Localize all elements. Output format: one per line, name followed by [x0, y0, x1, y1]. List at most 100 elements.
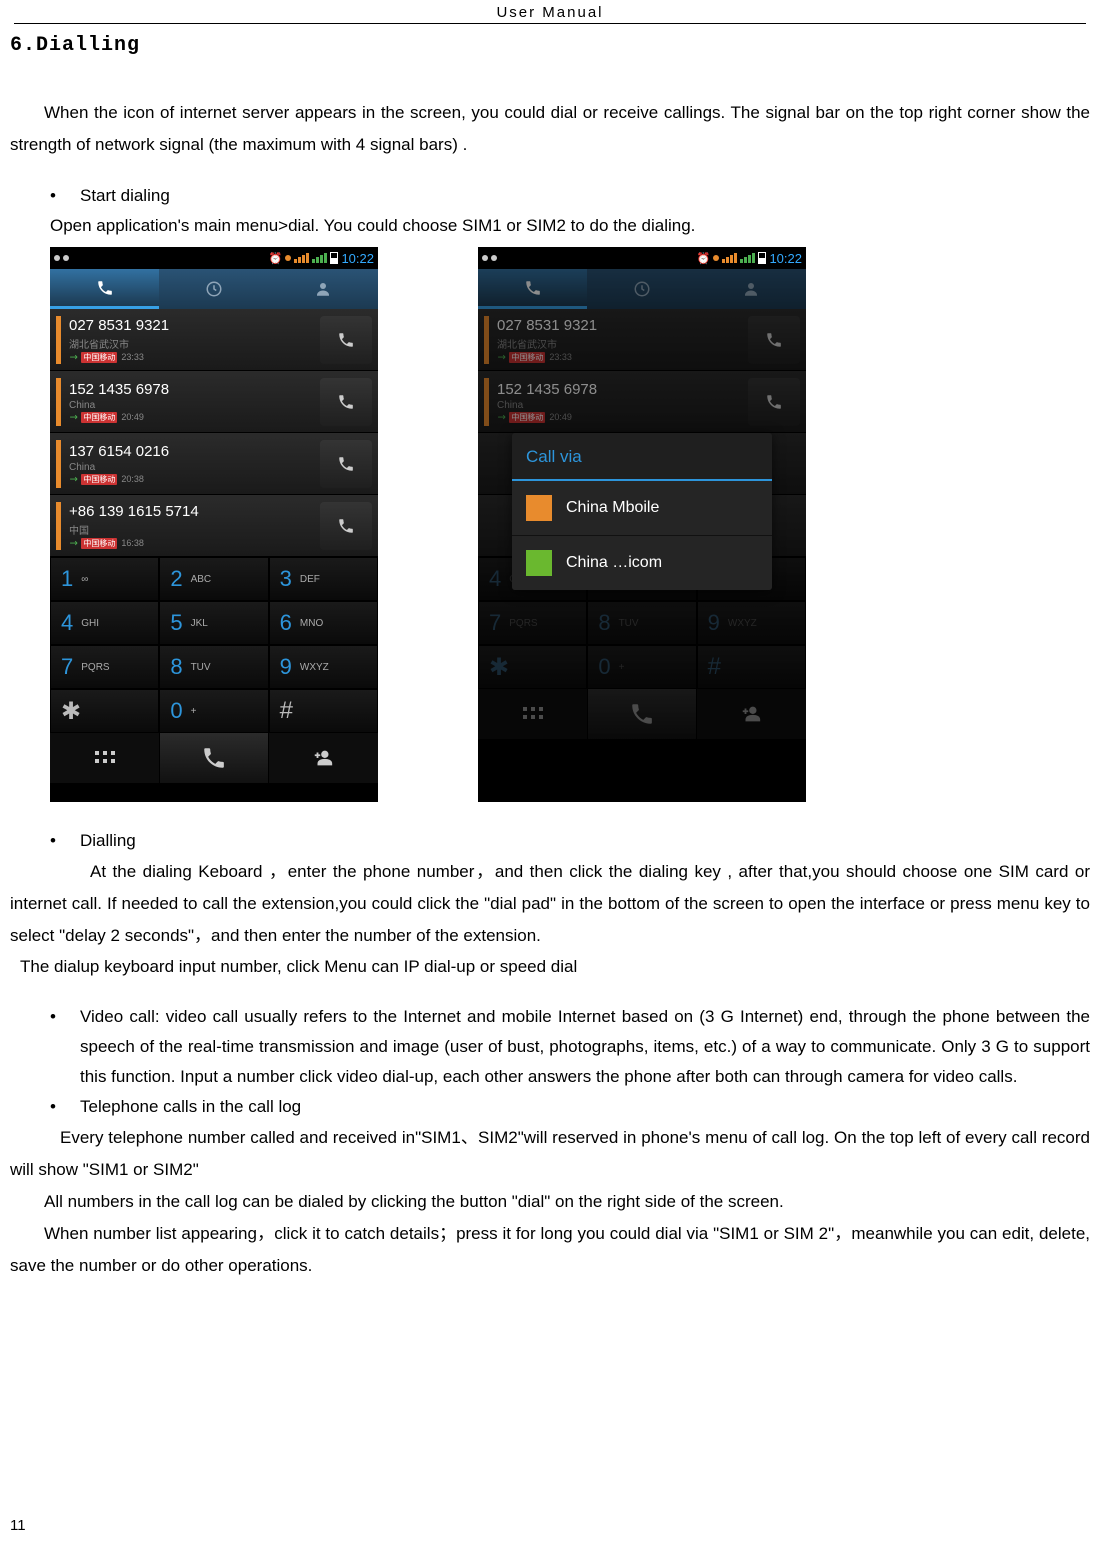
dialpad-toggle-button[interactable]: [50, 733, 159, 783]
keypad-key-✱[interactable]: ✱: [478, 645, 587, 689]
dialog-option-label: China …icom: [566, 554, 662, 572]
call-number: 137 6154 0216: [69, 443, 320, 460]
dialpad-toggle-button[interactable]: [478, 689, 587, 739]
keypad-key-4[interactable]: 4GHI: [50, 601, 159, 645]
status-time: 10:22: [341, 251, 374, 266]
incoming-icon: ↗: [494, 350, 508, 364]
dial-button[interactable]: [748, 378, 800, 426]
keypad-key-7[interactable]: 7PQRS: [478, 601, 587, 645]
call-button[interactable]: [587, 689, 696, 739]
dialog-option-sim2[interactable]: China …icom: [512, 536, 772, 590]
call-number: 152 1435 6978: [69, 381, 320, 398]
bullet-start-dialing: Start dialing: [80, 181, 1090, 211]
keypad-key-6[interactable]: 6MNO: [269, 601, 378, 645]
carrier-badge: 中国移动: [81, 352, 117, 363]
signal-icon: [294, 253, 309, 263]
call-log-item[interactable]: 027 8531 9321 湖北省武汉市 ↗中国移动23:33: [478, 309, 806, 371]
call-location: 湖北省武汉市: [69, 336, 129, 351]
incoming-icon: ↗: [66, 410, 80, 424]
call-log-item[interactable]: +86 139 1615 5714 中国 ↗中国移动 16:38: [50, 495, 378, 557]
signal-icon-2: [740, 253, 755, 263]
clock-icon: [205, 280, 223, 298]
start-dialing-desc: Open application's main menu>dial. You c…: [10, 211, 1090, 241]
intro-paragraph: When the icon of internet server appears…: [10, 97, 1090, 161]
add-contact-button[interactable]: [269, 733, 378, 783]
keypad-key-2[interactable]: 2ABC: [159, 557, 268, 601]
dialog-option-sim1[interactable]: China Mboile: [512, 481, 772, 536]
call-time: 23:33: [121, 352, 144, 362]
call-location: 中国: [69, 522, 89, 537]
tab-contacts[interactable]: [269, 269, 378, 309]
keypad-key-3[interactable]: 3DEF: [269, 557, 378, 601]
keypad-key-#[interactable]: #: [269, 689, 378, 733]
dialling-p1: At the dialing Keboard ，enter the phone …: [10, 856, 1090, 952]
tab-recents[interactable]: [159, 269, 268, 309]
phone-icon: [337, 517, 355, 535]
dial-button[interactable]: [748, 316, 800, 364]
dialog-title: Call via: [512, 433, 772, 481]
carrier-badge: 中国移动: [81, 538, 117, 549]
dialer-tabs: [50, 269, 378, 309]
call-log-item[interactable]: 027 8531 9321 湖北省武汉市 ↗中国移动23:33: [50, 309, 378, 371]
call-log-item[interactable]: 137 6154 0216 China ↗中国移动20:38: [50, 433, 378, 495]
dialpad-icon: [93, 749, 117, 767]
add-contact-button[interactable]: [697, 689, 806, 739]
bullet-dialling: Dialling: [80, 826, 1090, 856]
sim2-color-icon: [526, 550, 552, 576]
bullet-video-call: Video call: video call usually refers to…: [80, 1002, 1090, 1092]
add-contact-icon: [740, 703, 762, 725]
tel-log-p2: All numbers in the call log can be diale…: [10, 1186, 1090, 1218]
carrier-badge: 中国移动: [509, 352, 545, 363]
tel-log-p1: Every telephone number called and receiv…: [10, 1122, 1090, 1186]
tab-phone[interactable]: [50, 269, 159, 309]
tel-log-p3: When number list appearing，click it to c…: [10, 1218, 1090, 1282]
incoming-icon: ↗: [66, 472, 80, 486]
call-log-item[interactable]: 152 1435 6978 China ↗中国移动20:49: [50, 371, 378, 433]
keypad-key-0[interactable]: 0+: [587, 645, 696, 689]
call-time: 16:38: [121, 538, 144, 548]
add-contact-icon: [312, 747, 334, 769]
call-time: 23:33: [549, 352, 572, 362]
call-location: China: [69, 462, 95, 473]
tab-phone[interactable]: [478, 269, 587, 309]
dial-keypad: 1∞2ABC3DEF 4GHI5JKL6MNO 7PQRS8TUV9WXYZ ✱0+#: [50, 557, 378, 733]
call-list: 027 8531 9321 湖北省武汉市 ↗中国移动23:33 152 1435…: [50, 309, 378, 557]
carrier-badge: 中国移动: [81, 412, 117, 423]
phone-icon: [337, 393, 355, 411]
keypad-key-0[interactable]: 0+: [159, 689, 268, 733]
phone-screenshot-2: ⏰ 10:22 027 8531 9321 湖北省武汉市 ↗中国移动: [478, 247, 806, 802]
call-time: 20:49: [121, 412, 144, 422]
keypad-key-1[interactable]: 1∞: [50, 557, 159, 601]
call-via-dialog: Call via China Mboile China …icom: [512, 433, 772, 590]
phone-icon: [201, 745, 227, 771]
phone-icon: [337, 331, 355, 349]
tab-recents[interactable]: [587, 269, 696, 309]
call-log-item[interactable]: 152 1435 6978 China ↗中国移动20:49: [478, 371, 806, 433]
keypad-key-8[interactable]: 8TUV: [159, 645, 268, 689]
keypad-key-9[interactable]: 9WXYZ: [697, 601, 806, 645]
keypad-key-8[interactable]: 8TUV: [587, 601, 696, 645]
incoming-icon: ↗: [66, 536, 80, 550]
keypad-key-9[interactable]: 9WXYZ: [269, 645, 378, 689]
phone-icon: [524, 279, 542, 297]
bullet-list-3: Video call: video call usually refers to…: [80, 1002, 1090, 1122]
dialog-option-label: China Mboile: [566, 499, 659, 517]
call-number: 027 8531 9321: [69, 317, 320, 334]
dial-button[interactable]: [320, 378, 372, 426]
keypad-key-7[interactable]: 7PQRS: [50, 645, 159, 689]
keypad-key-#[interactable]: #: [697, 645, 806, 689]
dial-button[interactable]: [320, 316, 372, 364]
call-button[interactable]: [159, 733, 268, 783]
dialpad-icon: [521, 705, 545, 723]
call-number: +86 139 1615 5714: [69, 503, 320, 520]
tab-contacts[interactable]: [697, 269, 806, 309]
screenshots-row: ⏰ 10:22: [10, 241, 1090, 812]
keypad-key-✱[interactable]: ✱: [50, 689, 159, 733]
dial-button[interactable]: [320, 440, 372, 488]
dial-button[interactable]: [320, 502, 372, 550]
signal-icon: [722, 253, 737, 263]
battery-icon: [330, 252, 338, 264]
dialer-tabs: [478, 269, 806, 309]
keypad-key-5[interactable]: 5JKL: [159, 601, 268, 645]
call-number: 152 1435 6978: [497, 381, 748, 398]
